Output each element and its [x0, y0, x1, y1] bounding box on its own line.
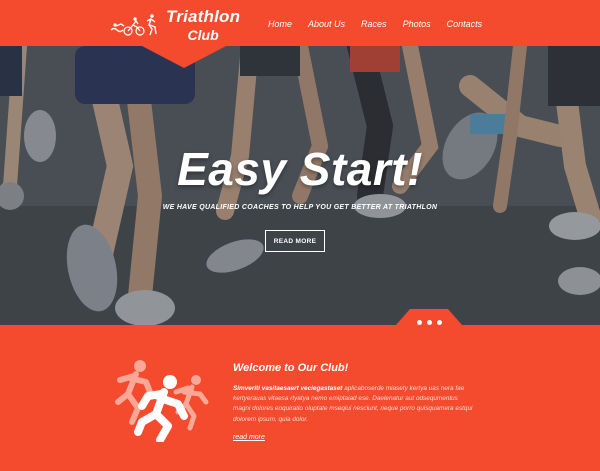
nav-about-us[interactable]: About Us [308, 19, 345, 29]
welcome-read-more-link[interactable]: read more [233, 434, 265, 441]
read-more-button[interactable]: READ MORE [265, 230, 325, 252]
triathlon-logo-icon [110, 14, 157, 36]
main-nav: Home About Us Races Photos Contacts [268, 19, 498, 29]
logo[interactable]: Triathlon Club [110, 8, 240, 42]
slider-dot-3[interactable] [437, 320, 442, 325]
nav-home[interactable]: Home [268, 19, 292, 29]
welcome-text: Simveriti vasitaesaert veciegastaset apl… [233, 384, 473, 425]
welcome-title: Welcome to Our Club! [233, 362, 349, 374]
nav-races[interactable]: Races [361, 19, 387, 29]
brand-name: Triathlon [166, 7, 241, 26]
logo-notch [142, 46, 226, 68]
slider-dot-2[interactable] [427, 320, 432, 325]
slider-dots [417, 320, 442, 325]
hero-title: Easy Start! [177, 143, 423, 195]
nav-contacts[interactable]: Contacts [447, 19, 483, 29]
runners-icon [115, 360, 209, 442]
hero-banner: Easy Start! WE HAVE QUALIFIED COACHES TO… [0, 46, 600, 325]
hero-subtitle: WE HAVE QUALIFIED COACHES TO HELP YOU GE… [162, 204, 438, 211]
nav-photos[interactable]: Photos [403, 19, 431, 29]
brand-subname: Club [187, 27, 219, 43]
welcome-lead: Simveriti vasitaesaert veciegastaset [233, 385, 343, 392]
slider-dot-1[interactable] [417, 320, 422, 325]
